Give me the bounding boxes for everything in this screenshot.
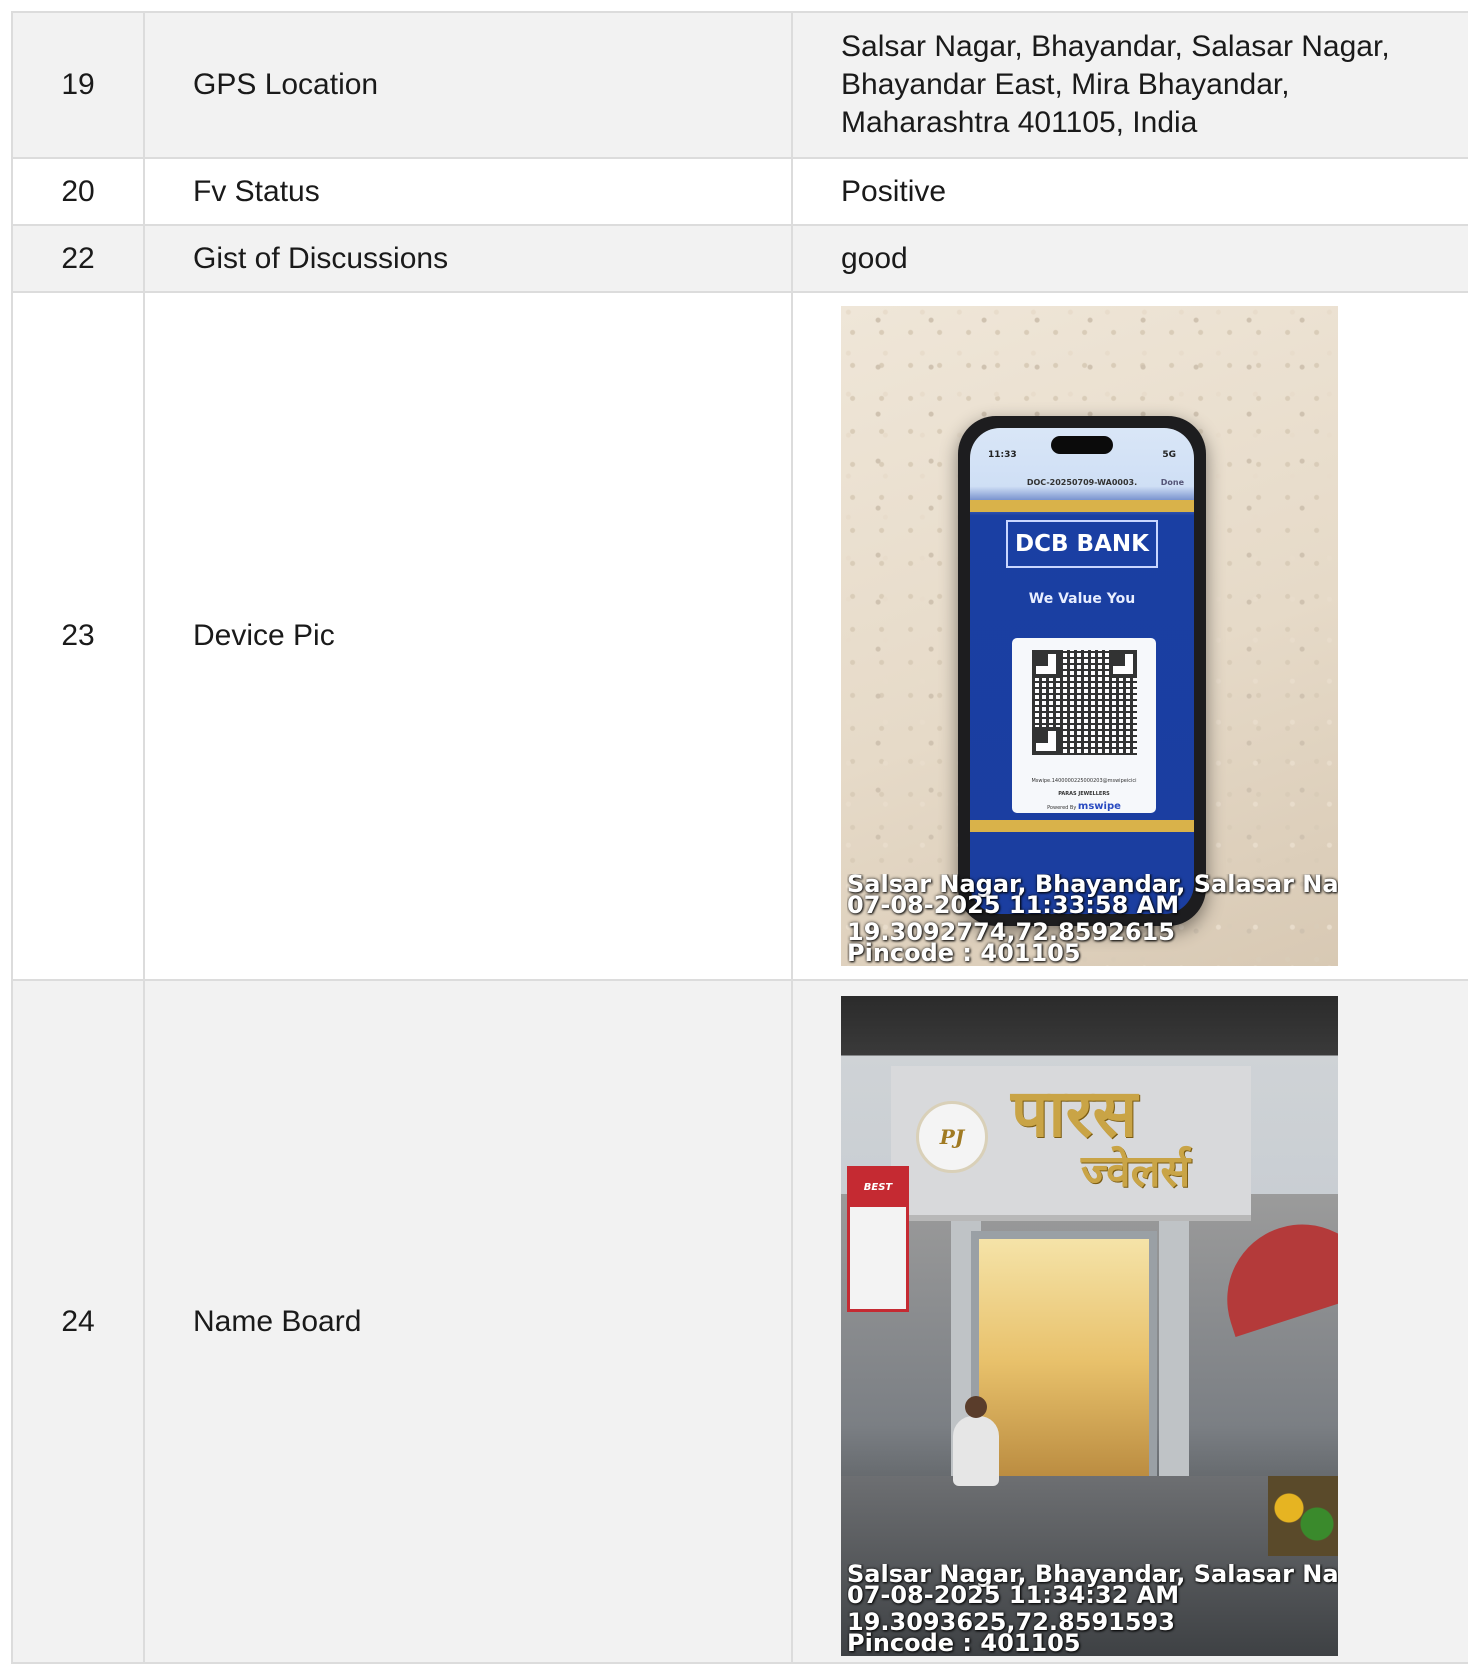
pillar	[1159, 1221, 1189, 1491]
table-row: 23 Device Pic 11:33 5G DOC-20250709-WA00…	[11, 291, 1468, 981]
gps-location-value: Salsar Nagar, Bhayandar, Salasar Nagar, …	[841, 30, 1390, 139]
bus-stop-label: BEST	[850, 1169, 906, 1207]
verification-table: 19 GPS Location Salsar Nagar, Bhayandar,…	[11, 11, 1468, 1664]
table-row: 19 GPS Location Salsar Nagar, Bhayandar,…	[11, 11, 1468, 159]
geo-stamp: Salsar Nagar, Bhayandar, Salasar Nagar, …	[847, 874, 1338, 964]
seated-person	[953, 1396, 999, 1486]
name-board-photo[interactable]: PJ पारस ज्वेलर्स BEST Salsar Nagar, Bhay…	[841, 996, 1338, 1656]
bus-stop-sign: BEST	[847, 1166, 909, 1312]
qr-card: Mswipe.1400000225000203@mswipeicici PARA…	[1012, 638, 1156, 813]
bank-header: DCB BANK We Value You	[970, 520, 1194, 618]
row-number: 22	[11, 224, 145, 293]
row-value: Salsar Nagar, Bhayandar, Salasar Nagar, …	[791, 11, 1468, 159]
sign-line-2: ज्वेलर्स	[1081, 1146, 1191, 1197]
doc-done: Done	[1160, 478, 1184, 487]
geo-stamp: Salsar Nagar, Bhayandar, Salasar Nagar, …	[847, 1564, 1338, 1654]
stamp-datetime: 07-08-2025 11:34:32 AM	[847, 1581, 1180, 1609]
row-label: Gist of Discussions	[143, 224, 793, 293]
shop-logo: PJ	[916, 1101, 988, 1173]
fv-status-value: Positive	[791, 157, 1468, 226]
row-label: GPS Location	[143, 11, 793, 159]
bank-name: DCB BANK	[1006, 520, 1158, 568]
name-board-cell: PJ पारस ज्वेलर्स BEST Salsar Nagar, Bhay…	[791, 979, 1468, 1664]
sign-line-1: पारस	[1011, 1074, 1138, 1152]
table-row: 20 Fv Status Positive	[11, 157, 1468, 226]
vegetable-stall	[1268, 1476, 1338, 1556]
qr-code	[1032, 650, 1137, 755]
gold-band-top	[970, 500, 1194, 512]
gist-value: good	[791, 224, 1468, 293]
table-row: 22 Gist of Discussions good	[11, 224, 1468, 293]
stamp-datetime: 07-08-2025 11:33:58 AM	[847, 891, 1180, 919]
doc-bar: DOC-20250709-WA0003. Done	[970, 464, 1194, 502]
gold-band-bottom	[970, 820, 1194, 832]
row-number: 24	[11, 979, 145, 1664]
qr-finder	[1109, 650, 1137, 678]
bank-tagline: We Value You	[1028, 591, 1136, 607]
phone-screen: 11:33 5G DOC-20250709-WA0003. Done DCB B…	[970, 428, 1194, 914]
row-number: 23	[11, 291, 145, 981]
row-label: Device Pic	[143, 291, 793, 981]
row-label: Name Board	[143, 979, 793, 1664]
phone: 11:33 5G DOC-20250709-WA0003. Done DCB B…	[958, 416, 1206, 926]
qr-finder	[1032, 650, 1060, 678]
powered-by-label: Powered By	[1047, 805, 1077, 811]
qr-finder	[1032, 727, 1060, 755]
report-sheet: 19 GPS Location Salsar Nagar, Bhayandar,…	[11, 11, 1468, 1664]
stamp-pincode: Pincode : 401105	[847, 1629, 1081, 1654]
table-row: 24 Name Board PJ पारस ज्वेलर्स BEST Sals…	[11, 979, 1468, 1664]
row-number: 20	[11, 157, 145, 226]
row-label: Fv Status	[143, 157, 793, 226]
stamp-pincode: Pincode : 401105	[847, 939, 1081, 964]
shop-sign: पारस ज्वेलर्स	[1011, 1078, 1190, 1196]
row-number: 19	[11, 11, 145, 159]
device-pic-cell: 11:33 5G DOC-20250709-WA0003. Done DCB B…	[791, 291, 1468, 981]
doc-name: DOC-20250709-WA0003.	[1026, 478, 1138, 487]
device-photo[interactable]: 11:33 5G DOC-20250709-WA0003. Done DCB B…	[841, 306, 1338, 966]
mswipe-logo: mswipe	[1077, 801, 1121, 812]
